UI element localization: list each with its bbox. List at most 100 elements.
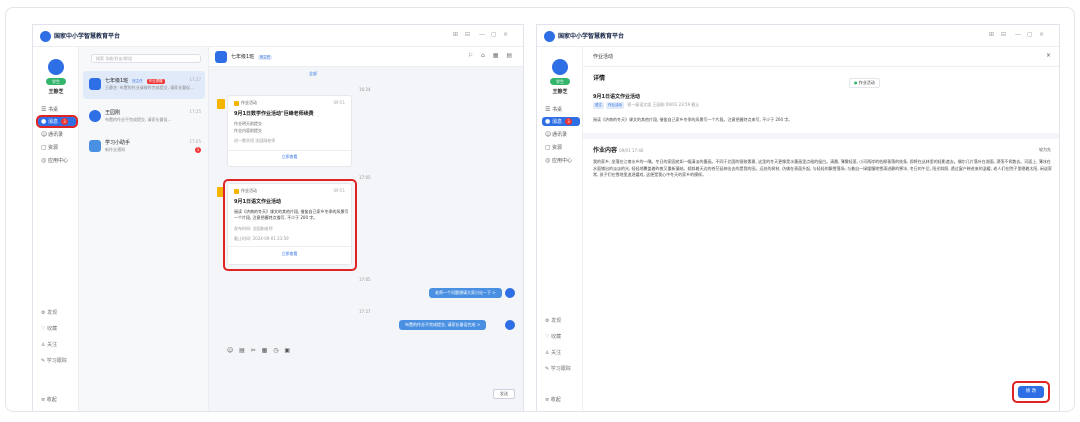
- group-avatar: [89, 78, 101, 90]
- nav-item-follow[interactable]: ♙ 关注: [545, 349, 561, 356]
- sidebar: 学生 王静芝 ☰ 书桌 ● 消息 3 ☺通讯录 ▢资源 ◎ 应用中心 ⚙ 发现 ♡ 收藏…: [537, 47, 583, 411]
- nav-label: 书桌: [48, 107, 59, 113]
- conv-time: 17:27: [189, 77, 201, 82]
- nav-item-discover[interactable]: ⚙ 发现: [41, 309, 57, 316]
- user-name: 王静芝: [552, 89, 568, 95]
- app-title: 国家中小学智慧教育平台: [54, 33, 121, 40]
- card-header-text: 作业活动: [241, 100, 257, 105]
- pen-icon: ✎: [41, 358, 46, 364]
- contacts-icon: ☺: [545, 131, 552, 138]
- section-title-text: 作业内容: [593, 147, 618, 154]
- message-bubble[interactable]: 布置的作业不完成提交, 请家长督促完成 >: [399, 320, 487, 330]
- homework-description: 阅读《济南的冬天》课文的其他片段, 借鉴自己家乡冬季的风景写一个片段。注意把握特…: [593, 117, 793, 122]
- card-meta: 初一数学班 沈园刚老师: [234, 138, 276, 143]
- section-time: 09/01 17:46: [619, 148, 644, 153]
- close-icon[interactable]: ×: [1046, 52, 1051, 59]
- header-icons[interactable]: ⚐ ⌂ ▦ ▤: [468, 52, 515, 59]
- nav-item-resources[interactable]: ▢资源: [41, 143, 58, 152]
- task-icon: [217, 99, 225, 109]
- nav-item-study-track[interactable]: ✎ 学习跟踪: [41, 357, 67, 364]
- toast-text: 作业活动: [858, 80, 875, 85]
- unread-badge: 1: [195, 147, 201, 153]
- minimize-icon[interactable]: —: [1015, 31, 1021, 38]
- window-icon-b[interactable]: ⊟: [1001, 31, 1006, 38]
- role-badge: 学生: [46, 78, 66, 85]
- message-icon: ●: [545, 118, 551, 125]
- nav-label: 学习跟踪: [46, 358, 67, 364]
- maximize-icon[interactable]: ▢: [1027, 31, 1033, 38]
- nav-item-app-center[interactable]: ◎ 应用中心: [41, 156, 68, 165]
- nav-item-study-track[interactable]: ✎ 学习跟踪: [545, 365, 571, 372]
- resource-icon: ▢: [41, 144, 47, 151]
- section-link[interactable]: 较为先: [1039, 147, 1051, 153]
- close-icon[interactable]: ×: [503, 31, 508, 38]
- timestamp: 17:05: [359, 277, 371, 282]
- card-header: 作业活动: [234, 100, 257, 106]
- assistant-avatar: [89, 140, 101, 152]
- collapse-button[interactable]: ≡ 收起: [41, 396, 57, 403]
- collapse-button[interactable]: ≡ 收起: [545, 396, 561, 403]
- group-name: 七年级1班 班主任: [231, 53, 273, 60]
- close-icon[interactable]: ×: [1039, 31, 1044, 38]
- conv-time: 17:25: [189, 109, 201, 114]
- conversation-name: 七年级1班 班主任 作业提醒: [105, 77, 165, 84]
- nav-label: 收藏: [47, 326, 58, 332]
- nav-item-follow[interactable]: ♙ 关注: [41, 341, 57, 348]
- chat-header: 七年级1班 班主任 ⚐ ⌂ ▦ ▤: [209, 47, 523, 67]
- send-button[interactable]: 发送: [493, 389, 515, 399]
- app-window-detail: 国家中小学智慧教育平台 ⊞ ⊟ — ▢ × 学生 王静芝 ☰ 书桌 ● 消息 3 ☺通…: [536, 24, 1060, 412]
- subject-tag: 语文: [593, 102, 604, 109]
- heart-icon: ♡: [41, 326, 46, 332]
- maximize-icon[interactable]: ▢: [491, 31, 497, 38]
- nav-label: 通讯录: [48, 132, 64, 138]
- conv-name: 王园刚: [105, 110, 121, 116]
- avatar[interactable]: [48, 59, 64, 75]
- app-logo-icon: [40, 31, 51, 42]
- nav-item-contacts[interactable]: ☺通讯录: [41, 130, 63, 139]
- message-bubble[interactable]: 老师一个问题想请大家讨论一下 >: [429, 288, 502, 298]
- unread-badge: 3: [565, 118, 573, 125]
- nav-item-messages[interactable]: ● 消息 3: [542, 117, 580, 126]
- page-title: 作业活动: [593, 54, 614, 60]
- timestamp: 16:24: [359, 87, 371, 92]
- view-now-link[interactable]: 立即查看: [228, 154, 351, 160]
- conv-preview: 布置的作业不完成提交, 请家长督促...: [105, 117, 172, 122]
- sidebar: 学生 王静芝 ☰ 书桌 ● 消息 3 ☺通讯录 ▢资源 ◎ 应用中心 ⚙ 发现 ♡ 收藏…: [33, 47, 79, 411]
- window-icon-a[interactable]: ⊞: [453, 31, 458, 38]
- toast: ● 作业活动: [849, 78, 880, 88]
- user-name: 王静芝: [48, 89, 64, 95]
- app-center-icon: ◎: [41, 157, 47, 164]
- load-more-link[interactable]: 全部: [309, 71, 317, 77]
- list-item[interactable]: 学习小助手 新作业通知 17:05 1: [83, 133, 205, 161]
- detail-header: 作业活动 ×: [583, 47, 1059, 67]
- nav-item-discover[interactable]: ⚙ 发现: [545, 317, 561, 324]
- minimize-icon[interactable]: —: [479, 31, 485, 38]
- conv-preview: 王静芝: 布置的作业请按时完成提交, 请家长督促...: [105, 85, 194, 90]
- list-item[interactable]: 王园刚 布置的作业不完成提交, 请家长督促... 17:25: [83, 103, 205, 131]
- group-avatar: [215, 51, 227, 63]
- nav-item-favorites[interactable]: ♡ 收藏: [41, 325, 57, 332]
- nav-item-desk[interactable]: ☰ 书桌: [41, 105, 58, 114]
- nav-item-resources[interactable]: ▢资源: [545, 143, 562, 152]
- avatar: [505, 288, 515, 298]
- list-item[interactable]: 七年级1班 班主任 作业提醒 王静芝: 布置的作业请按时完成提交, 请家长督促...…: [83, 71, 205, 99]
- homework-card[interactable]: 作业活动 09:51 9月1日数学作业活动"巨峰老师续费 作业明天前提交 作业内…: [227, 95, 352, 167]
- app-logo-icon: [544, 31, 555, 42]
- nav-item-contacts[interactable]: ☺通讯录: [545, 130, 567, 139]
- divider: [583, 133, 1059, 139]
- message-toolbar[interactable]: ☺ ▤ ✂ ▦ ◷ ▣: [227, 347, 292, 354]
- nav-item-favorites[interactable]: ♡ 收藏: [545, 333, 561, 340]
- app-center-icon: ◎: [545, 157, 551, 164]
- meta-row: 语文 作业活动 初一级语文组 王园刚 09/01 23:59 截止: [593, 102, 1053, 109]
- window-icon-a[interactable]: ⊞: [989, 31, 994, 38]
- search-input[interactable]: 搜索 功能/好友/群组: [91, 54, 201, 63]
- pen-icon: ✎: [545, 366, 550, 372]
- person-icon: ♙: [545, 350, 550, 356]
- window-icon-b[interactable]: ⊟: [465, 31, 470, 38]
- nav-label: 通讯录: [552, 132, 568, 138]
- person-icon: ♙: [41, 342, 46, 348]
- avatar[interactable]: [552, 59, 568, 75]
- type-tag: 作业活动: [606, 102, 624, 109]
- nav-item-desk[interactable]: ☰ 书桌: [545, 105, 562, 114]
- nav-item-app-center[interactable]: ◎ 应用中心: [545, 156, 572, 165]
